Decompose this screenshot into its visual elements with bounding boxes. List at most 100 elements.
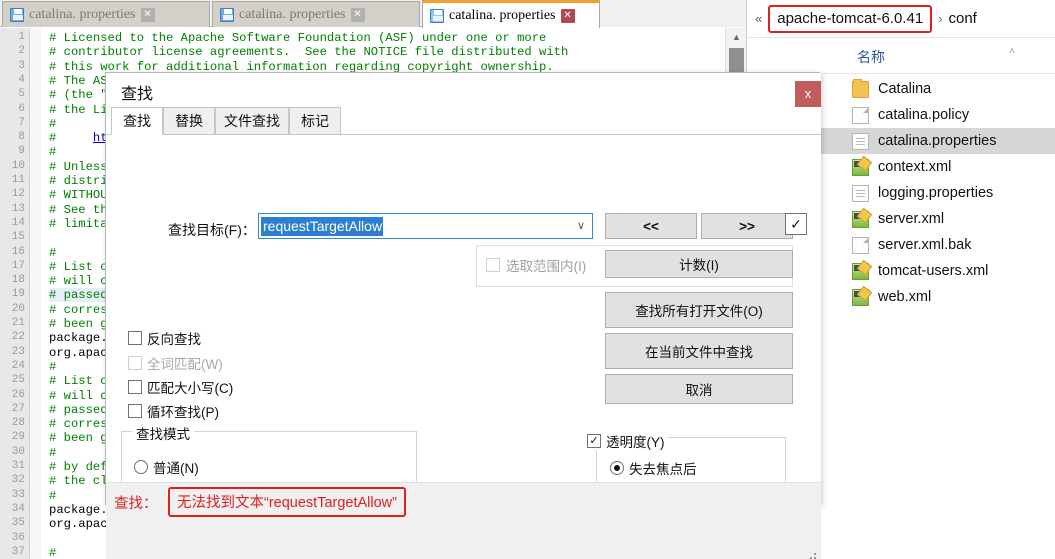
code-line[interactable]: # xyxy=(49,117,56,131)
tab-replace[interactable]: 替换 xyxy=(163,107,215,135)
backward-direction-checkbox[interactable]: 反向查找 xyxy=(128,328,201,348)
scroll-up-arrow-icon[interactable]: ▲ xyxy=(726,28,747,47)
search-mode-legend: 查找模式 xyxy=(132,423,194,443)
find-status-prefix: 查找： xyxy=(114,496,158,512)
file-name: server.xml xyxy=(878,211,945,227)
code-line[interactable]: # xyxy=(49,546,56,559)
file-name: logging.properties xyxy=(878,185,994,201)
find-input-value[interactable]: requestTargetAllow xyxy=(261,217,384,236)
transparency-label: 透明度(Y) xyxy=(606,435,665,450)
code-folding-margin[interactable] xyxy=(31,28,41,559)
document-icon xyxy=(852,106,869,124)
search-mode-normal-radio[interactable]: 普通(N) xyxy=(134,457,199,477)
line-number: 20 xyxy=(11,302,25,315)
line-number: 24 xyxy=(11,359,25,372)
resize-grip-icon[interactable] xyxy=(803,550,816,559)
breadcrumb-overflow-icon[interactable]: « xyxy=(755,11,762,26)
tab-find-in-files[interactable]: 文件查找 xyxy=(215,107,289,135)
line-number: 25 xyxy=(11,374,25,387)
editor-tab-2-close-icon[interactable]: ✕ xyxy=(350,7,365,22)
transparency-checkbox[interactable]: ✓ 透明度(Y) xyxy=(584,431,668,451)
match-case-label: 匹配大小写(C) xyxy=(147,381,234,396)
radio-button-icon[interactable] xyxy=(134,460,148,474)
xml-file-icon xyxy=(852,288,869,306)
code-line[interactable]: # xyxy=(49,246,56,260)
line-number: 23 xyxy=(11,345,25,358)
checkbox-box-icon[interactable] xyxy=(128,404,142,418)
cancel-button[interactable]: 取消 xyxy=(605,374,793,404)
line-number: 29 xyxy=(11,431,25,444)
checkbox-box-icon[interactable] xyxy=(486,258,500,272)
keep-dialog-open-checkbox[interactable]: ✓ xyxy=(785,213,807,235)
xml-file-icon xyxy=(852,158,869,176)
line-number: 11 xyxy=(11,174,25,186)
in-selection-checkbox[interactable]: 选取范围内(I) xyxy=(486,255,586,275)
find-dialog-body: 查找目标(F)： requestTargetAllow ∨ << >> ✓ 选取… xyxy=(106,135,821,559)
line-number: 1 xyxy=(18,31,25,43)
find-previous-button[interactable]: << xyxy=(605,213,697,239)
line-number: 17 xyxy=(11,259,25,272)
folder-icon xyxy=(852,78,869,98)
document-icon xyxy=(852,236,869,254)
line-number: 37 xyxy=(11,545,25,558)
chevron-down-icon[interactable]: ∨ xyxy=(577,219,585,232)
floppy-disk-icon xyxy=(430,8,444,23)
find-all-in-current-doc-button[interactable]: 在当前文件中查找 xyxy=(605,333,793,369)
code-line[interactable]: # passed xyxy=(49,403,108,417)
line-number: 26 xyxy=(11,388,25,401)
tab-mark[interactable]: 标记 xyxy=(289,107,341,135)
code-line[interactable]: # Licensed to the Apache Software Founda… xyxy=(49,31,546,45)
line-number: 2 xyxy=(18,45,25,58)
column-header-name[interactable]: 名称 xyxy=(857,47,885,67)
code-line[interactable]: # xyxy=(49,145,56,159)
editor-tab-2[interactable]: catalina. properties ✕ xyxy=(212,1,420,27)
editor-tab-1-close-icon[interactable]: ✕ xyxy=(140,7,155,22)
radio-button-selected-icon[interactable] xyxy=(610,461,624,475)
code-line[interactable]: # xyxy=(49,360,56,374)
editor-tab-3-label: catalina. properties xyxy=(449,7,556,23)
line-number: 16 xyxy=(11,245,25,258)
text-document-icon xyxy=(852,132,869,150)
line-number: 22 xyxy=(11,331,25,344)
line-number: 12 xyxy=(11,188,25,201)
checkbox-box-icon[interactable] xyxy=(128,356,142,370)
wrap-around-checkbox[interactable]: 循环查找(P) xyxy=(128,401,219,421)
find-dialog-titlebar[interactable]: 查找 x xyxy=(106,73,821,107)
whole-word-checkbox[interactable]: 全词匹配(W) xyxy=(128,353,223,373)
count-button[interactable]: 计数(I) xyxy=(605,250,793,278)
match-case-checkbox[interactable]: 匹配大小写(C) xyxy=(128,377,233,397)
editor-tab-3-active[interactable]: catalina. properties ✕ xyxy=(422,0,600,28)
in-selection-label: 选取范围内(I) xyxy=(506,259,587,274)
close-icon[interactable]: x xyxy=(795,81,821,107)
code-line[interactable]: # Unless xyxy=(49,160,108,174)
editor-tab-3-close-icon[interactable]: ✕ xyxy=(560,8,575,23)
checkbox-box-icon[interactable]: ✓ xyxy=(587,434,601,448)
find-all-in-open-docs-button[interactable]: 查找所有打开文件(O) xyxy=(605,292,793,328)
line-number: 31 xyxy=(11,460,25,472)
breadcrumb-item-tomcat[interactable]: apache-tomcat-6.0.41 xyxy=(768,4,933,33)
editor-tab-1[interactable]: catalina. properties ✕ xyxy=(2,1,210,27)
floppy-disk-icon xyxy=(220,7,234,22)
breadcrumb-item-conf[interactable]: conf xyxy=(949,10,977,27)
line-number: 28 xyxy=(11,417,25,430)
code-line[interactable]: # contributor license agreements. See th… xyxy=(49,45,568,59)
code-line[interactable]: # xyxy=(49,489,56,503)
line-number: 36 xyxy=(11,531,25,544)
bookmark-margin[interactable] xyxy=(41,28,46,559)
find-next-button[interactable]: >> xyxy=(701,213,793,239)
tab-find[interactable]: 查找 xyxy=(111,107,163,135)
editor-tab-1-label: catalina. properties xyxy=(29,6,136,22)
checkbox-box-icon[interactable] xyxy=(128,380,142,394)
code-line[interactable]: # xyxy=(49,446,56,460)
find-status-message: 无法找到文本“requestTargetAllow” xyxy=(168,487,406,517)
file-list-header: 名称 ˄ xyxy=(747,38,1055,74)
transparency-on-losing-focus-radio[interactable]: 失去焦点后 xyxy=(610,458,697,478)
checkbox-box-icon[interactable] xyxy=(128,331,142,345)
breadcrumb-separator-icon: › xyxy=(938,11,943,26)
find-input-combobox[interactable]: requestTargetAllow ∨ xyxy=(258,213,593,239)
line-number: 3 xyxy=(18,59,25,72)
sort-ascending-icon[interactable]: ˄ xyxy=(1009,46,1015,57)
code-line[interactable]: # passed xyxy=(49,288,108,303)
line-number: 14 xyxy=(11,216,25,229)
tab-bar-empty-area xyxy=(600,0,746,27)
